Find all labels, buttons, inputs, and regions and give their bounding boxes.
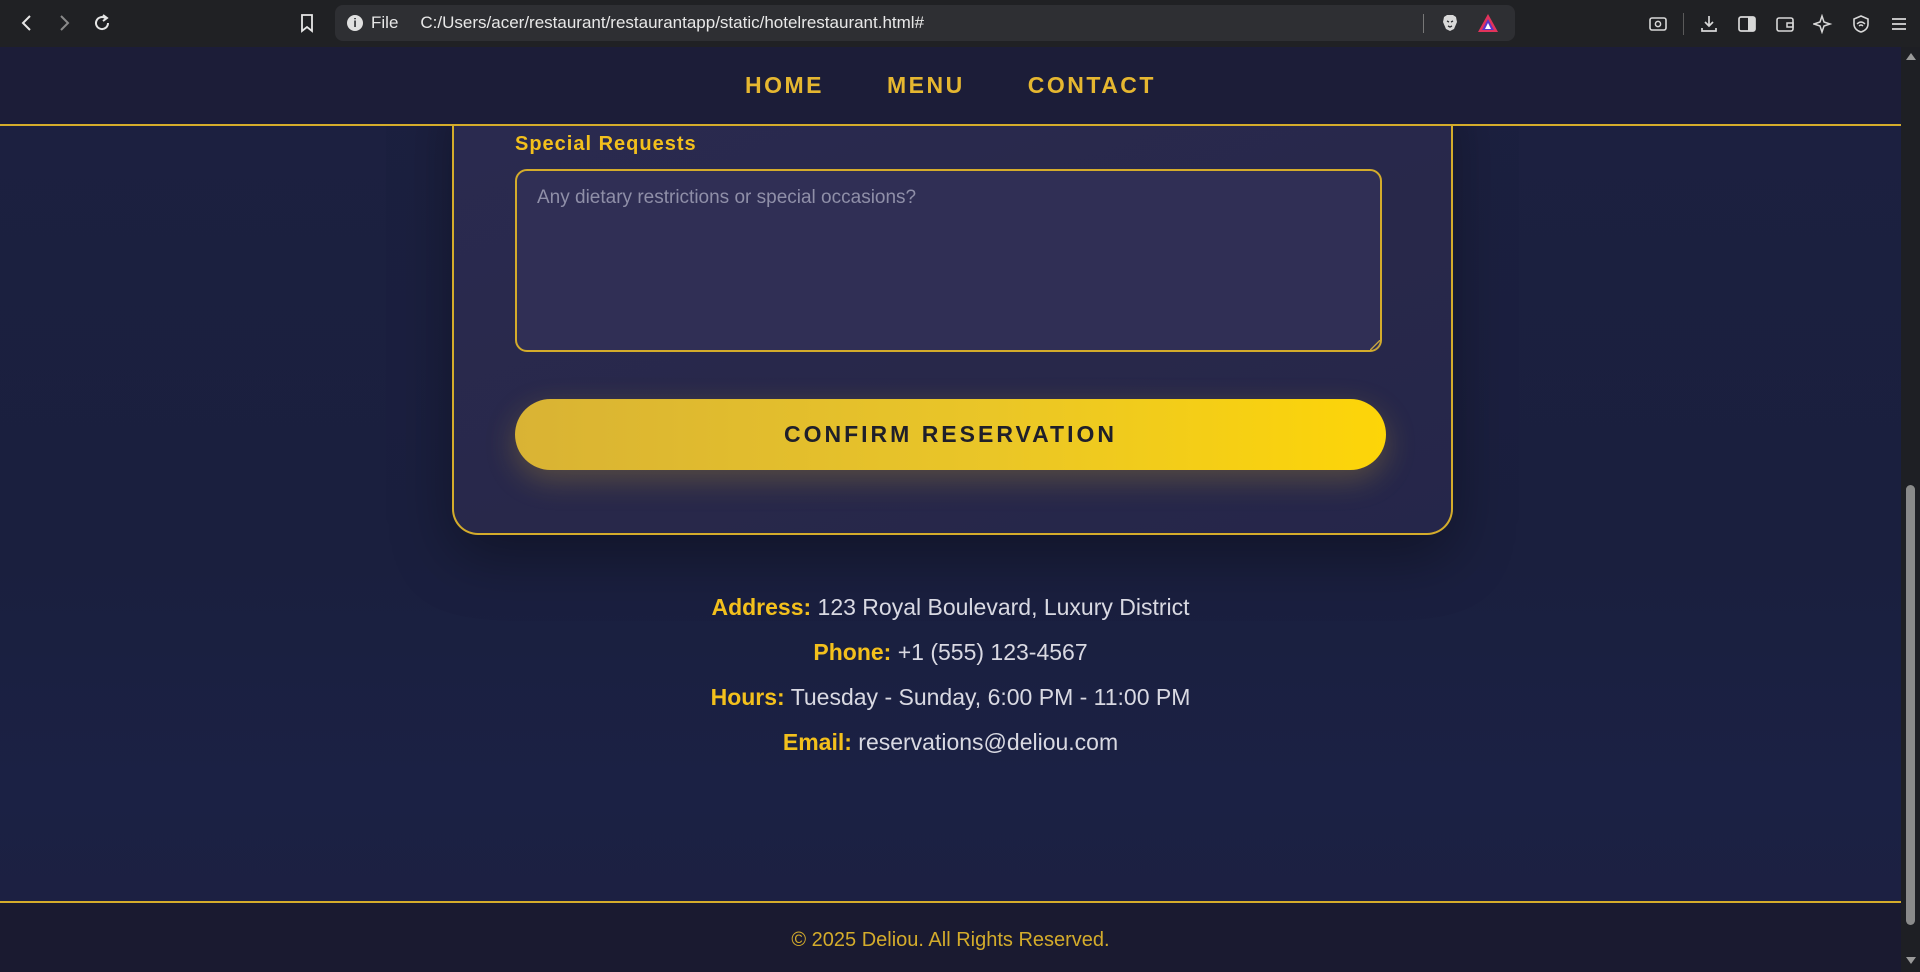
toolbar-actions xyxy=(1639,0,1920,47)
special-requests-input[interactable] xyxy=(515,169,1382,352)
nav-home[interactable]: HOME xyxy=(745,72,824,99)
footer-copyright: © 2025 Deliou. All Rights Reserved. xyxy=(791,929,1110,951)
brave-shields-icon[interactable] xyxy=(1440,13,1460,33)
url-text[interactable]: C:/Users/acer/restaurant/restaurantapp/s… xyxy=(420,13,924,33)
sidebar-icon[interactable] xyxy=(1728,5,1766,43)
phone-key: Phone: xyxy=(813,639,892,665)
site-info[interactable]: i File xyxy=(347,13,398,33)
info-icon: i xyxy=(347,15,363,31)
address-line: Address: 123 Royal Boulevard, Luxury Dis… xyxy=(0,594,1901,621)
address-key: Address: xyxy=(711,594,812,620)
phone-line: Phone: +1 (555) 123-4567 xyxy=(0,639,1901,666)
download-icon[interactable] xyxy=(1690,5,1728,43)
scroll-down-arrow-icon[interactable] xyxy=(1906,957,1916,964)
url-divider xyxy=(1423,14,1424,33)
address-value: 123 Royal Boulevard, Luxury District xyxy=(817,594,1190,620)
page-viewport: Special Requests CONFIRM RESERVATION Add… xyxy=(0,47,1901,972)
bookmark-icon[interactable] xyxy=(290,6,324,40)
brave-rewards-icon[interactable] xyxy=(1477,13,1499,33)
wallet-icon[interactable] xyxy=(1766,5,1804,43)
hours-line: Hours: Tuesday - Sunday, 6:00 PM - 11:00… xyxy=(0,684,1901,711)
confirm-reservation-button[interactable]: CONFIRM RESERVATION xyxy=(515,399,1386,470)
address-bar[interactable]: i File C:/Users/acer/restaurant/restaura… xyxy=(335,5,1515,41)
hours-key: Hours: xyxy=(710,684,785,710)
screenshot-search-icon[interactable] xyxy=(1639,5,1677,43)
scroll-thumb[interactable] xyxy=(1906,485,1915,925)
special-requests-label: Special Requests xyxy=(515,133,697,155)
url-scheme-label: File xyxy=(371,13,399,32)
browser-toolbar: i File C:/Users/acer/restaurant/restaura… xyxy=(0,0,1920,47)
site-nav: HOME MENU CONTACT xyxy=(0,47,1901,126)
email-line: Email: reservations@deliou.com xyxy=(0,729,1901,756)
nav-menu[interactable]: MENU xyxy=(887,72,965,99)
resize-handle[interactable] xyxy=(1370,340,1380,350)
reload-icon[interactable] xyxy=(85,6,119,40)
email-value: reservations@deliou.com xyxy=(858,729,1119,755)
back-icon[interactable] xyxy=(10,6,44,40)
vpn-shield-icon[interactable] xyxy=(1842,5,1880,43)
nav-contact[interactable]: CONTACT xyxy=(1028,72,1156,99)
menu-icon[interactable] xyxy=(1880,5,1918,43)
email-key: Email: xyxy=(782,729,852,755)
hours-value: Tuesday - Sunday, 6:00 PM - 11:00 PM xyxy=(790,684,1191,710)
leo-ai-icon[interactable] xyxy=(1804,5,1842,43)
page-scrollbar[interactable] xyxy=(1901,47,1920,972)
forward-icon[interactable] xyxy=(47,6,81,40)
toolbar-divider xyxy=(1683,12,1684,35)
phone-value: +1 (555) 123-4567 xyxy=(897,639,1088,665)
scroll-up-arrow-icon[interactable] xyxy=(1906,53,1916,60)
